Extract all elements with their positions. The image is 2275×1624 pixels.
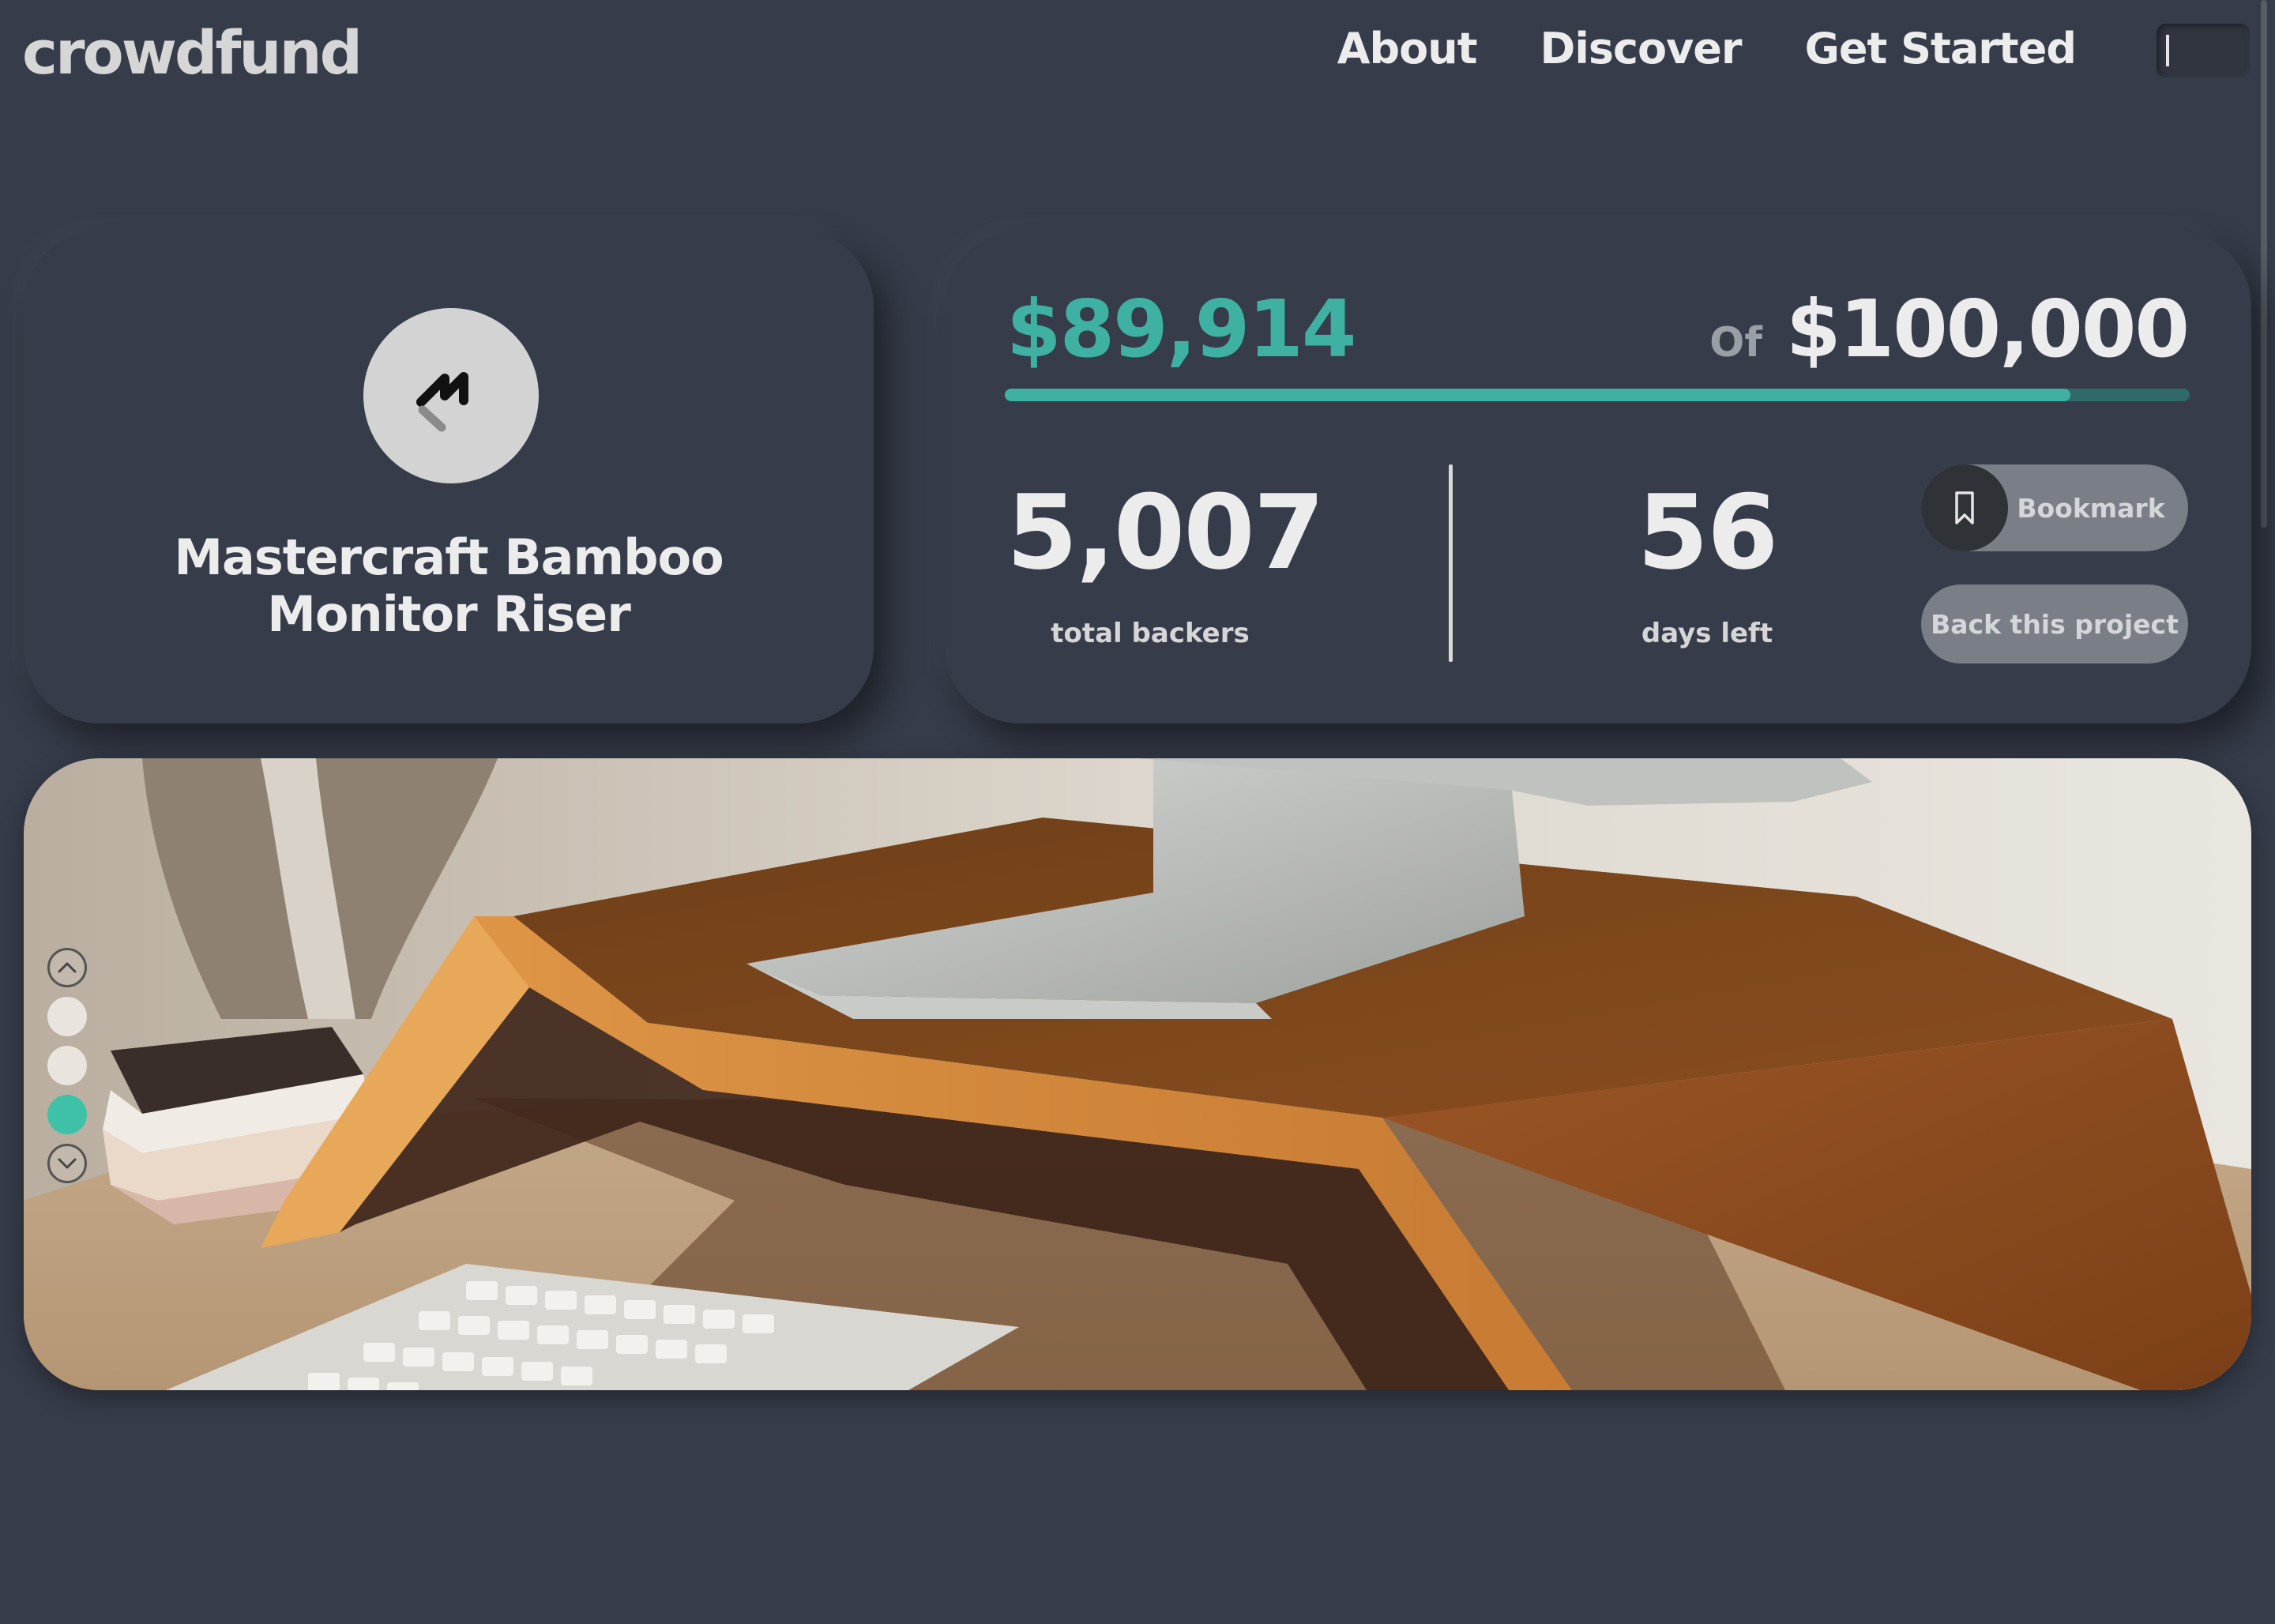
- funding-progress-fill: [1005, 389, 2070, 401]
- goal-wrapper: Of $100,000: [1709, 283, 2190, 375]
- nav-discover[interactable]: Discover: [1540, 24, 1743, 73]
- backers-count: 5,007: [1006, 472, 1325, 592]
- goal-amount: $100,000: [1785, 283, 2190, 375]
- days-left-count: 56: [1637, 472, 1779, 592]
- page: crowdfund About Discover Get Started Mas…: [0, 0, 2275, 1624]
- scrollbar[interactable]: [2259, 0, 2270, 1624]
- amount-raised: $89,914: [1006, 283, 1356, 375]
- carousel-dot-2[interactable]: [47, 1046, 87, 1085]
- theme-toggle[interactable]: [2157, 24, 2250, 77]
- goal-of-label: Of: [1709, 319, 1762, 367]
- backers-label: total backers: [1051, 618, 1250, 649]
- funding-progress-bar: [1005, 389, 2190, 401]
- main-nav: About Discover Get Started: [1337, 24, 2077, 73]
- carousel-dot-1[interactable]: [47, 997, 87, 1036]
- funding-card: $89,914 Of $100,000 5,007 total backers …: [945, 231, 2251, 724]
- carousel-nav: [47, 948, 87, 1183]
- toggle-indicator: [2166, 35, 2169, 66]
- project-title: Mastercraft Bamboo Monitor Riser: [24, 529, 874, 643]
- bookmark-button[interactable]: Bookmark: [1921, 464, 2188, 551]
- mastercraft-m-logo-icon: [363, 308, 539, 483]
- stats-divider: [1449, 464, 1453, 662]
- chevron-up-icon[interactable]: [47, 948, 87, 987]
- project-title-line2: Monitor Riser: [267, 585, 631, 643]
- back-this-project-button[interactable]: Back this project: [1921, 585, 2188, 664]
- carousel-dot-3[interactable]: [47, 1095, 87, 1134]
- bookmark-label: Bookmark: [2017, 492, 2165, 524]
- project-card: Mastercraft Bamboo Monitor Riser: [24, 231, 874, 724]
- chevron-down-icon[interactable]: [47, 1144, 87, 1183]
- bookmark-icon: [1921, 464, 2008, 551]
- brand-logo[interactable]: crowdfund: [22, 17, 363, 88]
- project-title-line1: Mastercraft Bamboo: [174, 528, 724, 586]
- scrollbar-thumb[interactable]: [2261, 0, 2267, 528]
- days-left-label: days left: [1641, 618, 1773, 649]
- product-hero-image: [24, 758, 2251, 1390]
- nav-about[interactable]: About: [1337, 24, 1478, 73]
- nav-get-started[interactable]: Get Started: [1805, 24, 2077, 73]
